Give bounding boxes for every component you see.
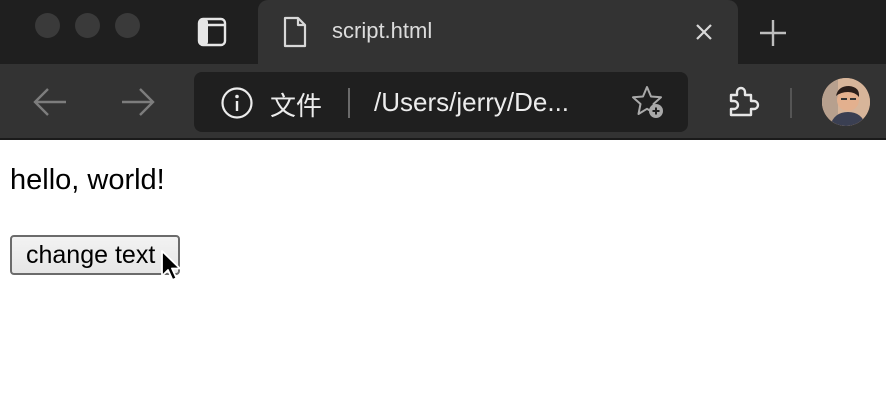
tab-close-button[interactable] <box>690 18 718 46</box>
close-icon <box>696 24 712 40</box>
tab-actions-button[interactable] <box>190 12 234 52</box>
extensions-icon[interactable] <box>722 82 762 122</box>
new-tab-button[interactable] <box>754 14 792 52</box>
origin-label: 文件 <box>270 91 323 121</box>
title-bar: script.html <box>0 0 886 64</box>
window-zoom-button[interactable] <box>115 13 140 38</box>
tab-title: script.html <box>332 18 433 43</box>
page-icon <box>283 16 307 48</box>
back-button[interactable] <box>28 82 72 122</box>
address-bar[interactable]: 文件 /Users/jerry/De... <box>194 72 688 132</box>
forward-arrow-icon <box>122 88 155 116</box>
address-divider <box>348 88 350 118</box>
plus-icon <box>760 20 786 46</box>
change-text-button[interactable]: change text <box>10 235 180 275</box>
url-text[interactable]: /Users/jerry/De... <box>374 87 569 118</box>
tab-active[interactable]: script.html <box>258 0 738 64</box>
back-arrow-icon <box>33 88 66 116</box>
forward-button[interactable] <box>116 82 160 122</box>
add-favorite-icon[interactable] <box>630 84 666 120</box>
info-icon[interactable] <box>220 86 254 120</box>
toolbar-divider <box>790 88 792 118</box>
window-minimize-button[interactable] <box>75 13 100 38</box>
avatar-image <box>822 78 870 126</box>
tab-actions-icon <box>197 17 227 47</box>
page-heading: hello, world! <box>10 164 165 196</box>
page-content: hello, world! change text <box>0 142 886 398</box>
profile-avatar[interactable] <box>822 78 870 126</box>
window-close-button[interactable] <box>35 13 60 38</box>
browser-toolbar: 文件 /Users/jerry/De... <box>0 64 886 140</box>
